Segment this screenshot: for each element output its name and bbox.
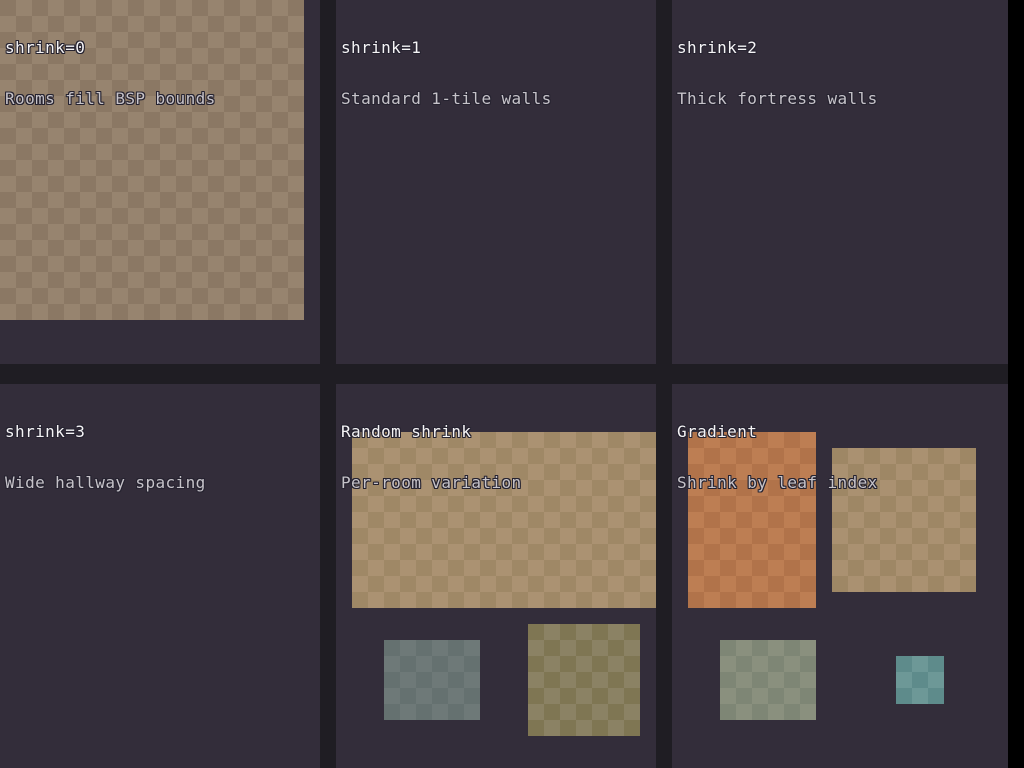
bsp-demo-canvas: shrink=0 Rooms fill BSP bounds shrink=1 … <box>0 0 1008 768</box>
panel-header: shrink=2 Thick fortress walls <box>677 5 878 141</box>
room-rect <box>384 640 480 720</box>
panel-shrink-1: shrink=1 Standard 1-tile walls <box>336 0 656 364</box>
panel-subtitle: Shrink by leaf index <box>677 474 878 491</box>
panel-title: shrink=1 <box>341 39 552 56</box>
room-rect <box>720 640 816 720</box>
panel-header: Gradient Shrink by leaf index <box>677 389 878 525</box>
panel-subtitle: Per-room variation <box>341 474 522 491</box>
panel-subtitle: Wide hallway spacing <box>5 474 206 491</box>
panel-random-shrink: Random shrink Per-room variation <box>336 384 656 768</box>
panel-subtitle: Rooms fill BSP bounds <box>5 90 216 107</box>
panel-header: Random shrink Per-room variation <box>341 389 522 525</box>
room-rect <box>528 624 640 736</box>
room-rect <box>896 656 944 704</box>
panel-gradient: Gradient Shrink by leaf index <box>672 384 1008 768</box>
panel-header: shrink=3 Wide hallway spacing <box>5 389 206 525</box>
panel-header: shrink=1 Standard 1-tile walls <box>341 5 552 141</box>
panel-shrink-2: shrink=2 Thick fortress walls <box>672 0 1008 364</box>
panel-subtitle: Thick fortress walls <box>677 90 878 107</box>
unpainted-window-strip <box>1008 0 1024 768</box>
panel-shrink-0: shrink=0 Rooms fill BSP bounds <box>0 0 320 364</box>
panel-title: shrink=0 <box>5 39 216 56</box>
panel-header: shrink=0 Rooms fill BSP bounds <box>5 5 216 141</box>
panel-title: Gradient <box>677 423 878 440</box>
panel-subtitle: Standard 1-tile walls <box>341 90 552 107</box>
panel-title: Random shrink <box>341 423 522 440</box>
panel-title: shrink=3 <box>5 423 206 440</box>
panel-title: shrink=2 <box>677 39 878 56</box>
panel-shrink-3: shrink=3 Wide hallway spacing <box>0 384 320 768</box>
